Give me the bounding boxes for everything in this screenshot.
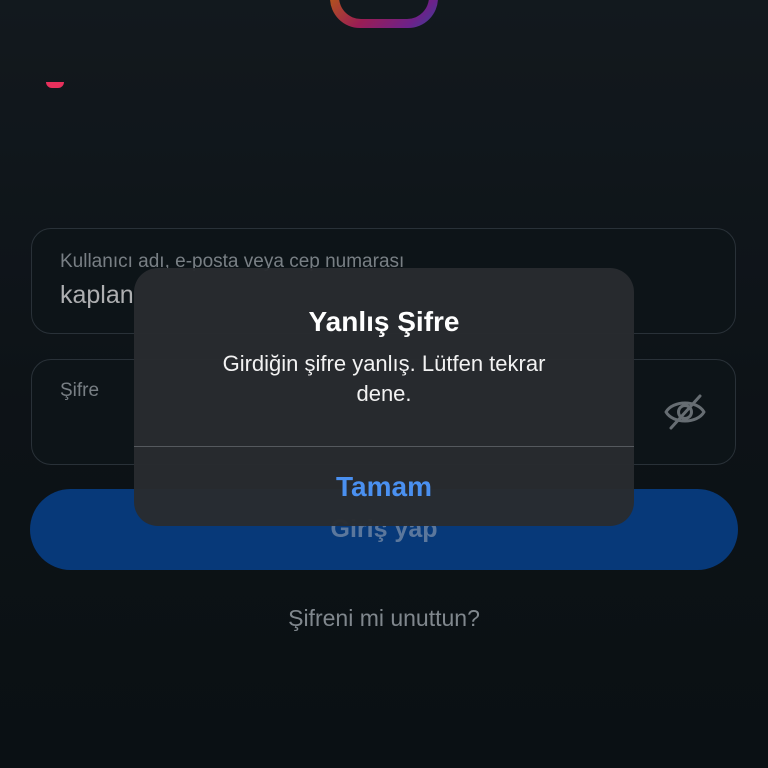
- ok-button[interactable]: Tamam: [134, 447, 634, 526]
- wrong-password-alert: Yanlış Şifre Girdiğin şifre yanlış. Lütf…: [134, 268, 634, 526]
- alert-title: Yanlış Şifre: [308, 306, 460, 337]
- alert-message: Girdiğin şifre yanlış. Lütfen tekrar den…: [222, 351, 546, 406]
- login-screen: Kullanıcı adı, e-posta veya cep numarası…: [0, 0, 768, 768]
